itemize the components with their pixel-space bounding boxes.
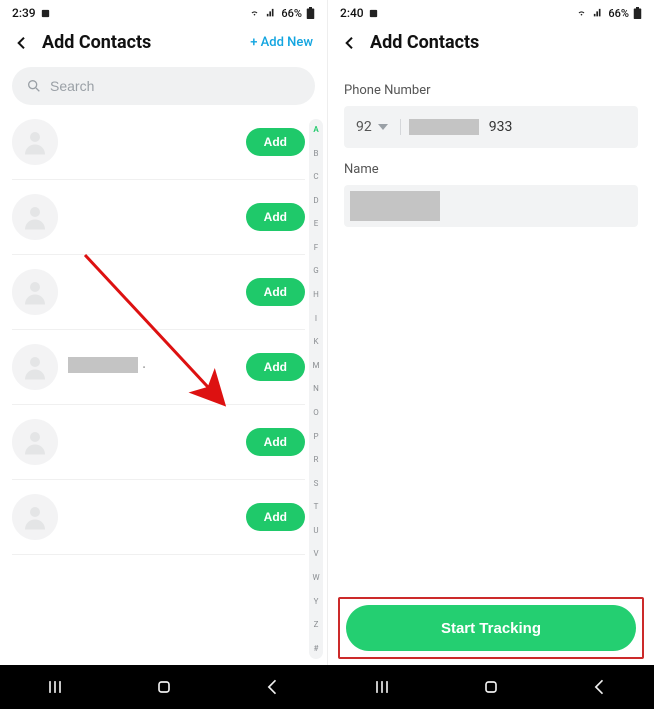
start-tracking-highlight: Start Tracking: [338, 597, 644, 659]
add-button[interactable]: Add: [246, 128, 305, 156]
name-label: Name: [344, 162, 638, 177]
index-letter[interactable]: G: [313, 266, 318, 275]
add-new-link[interactable]: + Add New: [250, 35, 313, 50]
media-icon: [368, 8, 379, 19]
country-code-value: 92: [356, 119, 372, 135]
index-letter[interactable]: O: [313, 408, 319, 417]
add-button[interactable]: Add: [246, 353, 305, 381]
avatar: [12, 344, 58, 390]
country-code-select[interactable]: 92: [356, 119, 401, 135]
index-letter[interactable]: B: [314, 149, 319, 158]
contact-row[interactable]: Add: [12, 480, 305, 555]
status-bar: 2:39 66%: [0, 0, 327, 22]
add-button[interactable]: Add: [246, 503, 305, 531]
nav-back-icon[interactable]: [590, 677, 610, 697]
index-letter[interactable]: H: [313, 290, 319, 299]
index-letter[interactable]: N: [313, 384, 319, 393]
nav-home-icon[interactable]: [481, 677, 501, 697]
contact-row[interactable]: · Add: [12, 330, 305, 405]
search-input[interactable]: [50, 78, 301, 94]
wifi-icon: [575, 8, 588, 18]
index-letter[interactable]: I: [315, 314, 317, 323]
back-icon[interactable]: [14, 35, 30, 51]
index-letter[interactable]: U: [313, 526, 318, 535]
nav-back-icon[interactable]: [263, 677, 283, 697]
add-button[interactable]: Add: [246, 278, 305, 306]
form: Phone Number 92 933 Name: [328, 61, 654, 227]
header: Add Contacts: [328, 22, 654, 61]
index-letter[interactable]: C: [313, 172, 318, 181]
contact-name: ·: [68, 357, 236, 377]
battery-text: 66%: [608, 7, 629, 20]
index-letter[interactable]: D: [313, 196, 318, 205]
index-letter[interactable]: W: [312, 573, 319, 582]
wifi-icon: [248, 8, 261, 18]
index-letter[interactable]: F: [314, 243, 318, 252]
avatar: [12, 494, 58, 540]
contact-row[interactable]: Add: [12, 180, 305, 255]
nav-recent-icon[interactable]: [372, 677, 392, 697]
phone-right: 2:40 66% Add Contacts Phone Number 92: [327, 0, 654, 665]
chevron-down-icon: [378, 124, 388, 130]
status-time: 2:40: [340, 6, 364, 20]
contact-row[interactable]: Add: [12, 405, 305, 480]
index-letter[interactable]: S: [314, 479, 319, 488]
index-letter[interactable]: R: [314, 455, 319, 464]
android-navbar: [0, 665, 654, 709]
index-letter[interactable]: T: [314, 502, 319, 511]
index-letter[interactable]: A: [313, 125, 318, 134]
index-letter[interactable]: V: [313, 549, 318, 558]
search-icon: [26, 78, 42, 94]
index-letter[interactable]: Z: [314, 620, 319, 629]
back-icon[interactable]: [342, 35, 358, 51]
contacts-list: Add Add Add · Add Add Add A B C D E F G H I K M N O P R…: [0, 113, 327, 665]
start-tracking-button[interactable]: Start Tracking: [346, 605, 636, 651]
status-bar: 2:40 66%: [328, 0, 654, 22]
contact-row[interactable]: Add: [12, 255, 305, 330]
signal-icon: [592, 8, 604, 18]
phone-label: Phone Number: [344, 83, 638, 98]
index-letter[interactable]: M: [313, 361, 320, 370]
media-icon: [40, 8, 51, 19]
phone-redacted: [409, 119, 479, 135]
avatar: [12, 119, 58, 165]
contact-row[interactable]: Add: [12, 113, 305, 180]
avatar: [12, 194, 58, 240]
name-redacted: [350, 191, 440, 221]
phone-suffix: 933: [489, 119, 513, 135]
add-button[interactable]: Add: [246, 428, 305, 456]
index-letter[interactable]: Y: [314, 597, 319, 606]
battery-icon: [306, 7, 315, 19]
nav-recent-icon[interactable]: [45, 677, 65, 697]
battery-icon: [633, 7, 642, 19]
page-title: Add Contacts: [370, 32, 640, 53]
index-letter[interactable]: E: [314, 219, 319, 228]
battery-text: 66%: [281, 7, 302, 20]
phone-left: 2:39 66% Add Contacts + Add New: [0, 0, 327, 665]
index-letter[interactable]: K: [313, 337, 318, 346]
index-letter[interactable]: #: [314, 644, 319, 653]
index-rail[interactable]: A B C D E F G H I K M N O P R S T U V W Y Z #: [309, 119, 323, 659]
signal-icon: [265, 8, 277, 18]
name-input[interactable]: [344, 185, 638, 227]
add-button[interactable]: Add: [246, 203, 305, 231]
search-field[interactable]: [12, 67, 315, 105]
index-letter[interactable]: P: [313, 432, 318, 441]
page-title: Add Contacts: [42, 32, 238, 53]
header: Add Contacts + Add New: [0, 22, 327, 61]
nav-home-icon[interactable]: [154, 677, 174, 697]
status-time: 2:39: [12, 6, 36, 20]
phone-input[interactable]: 92 933: [344, 106, 638, 148]
avatar: [12, 269, 58, 315]
avatar: [12, 419, 58, 465]
